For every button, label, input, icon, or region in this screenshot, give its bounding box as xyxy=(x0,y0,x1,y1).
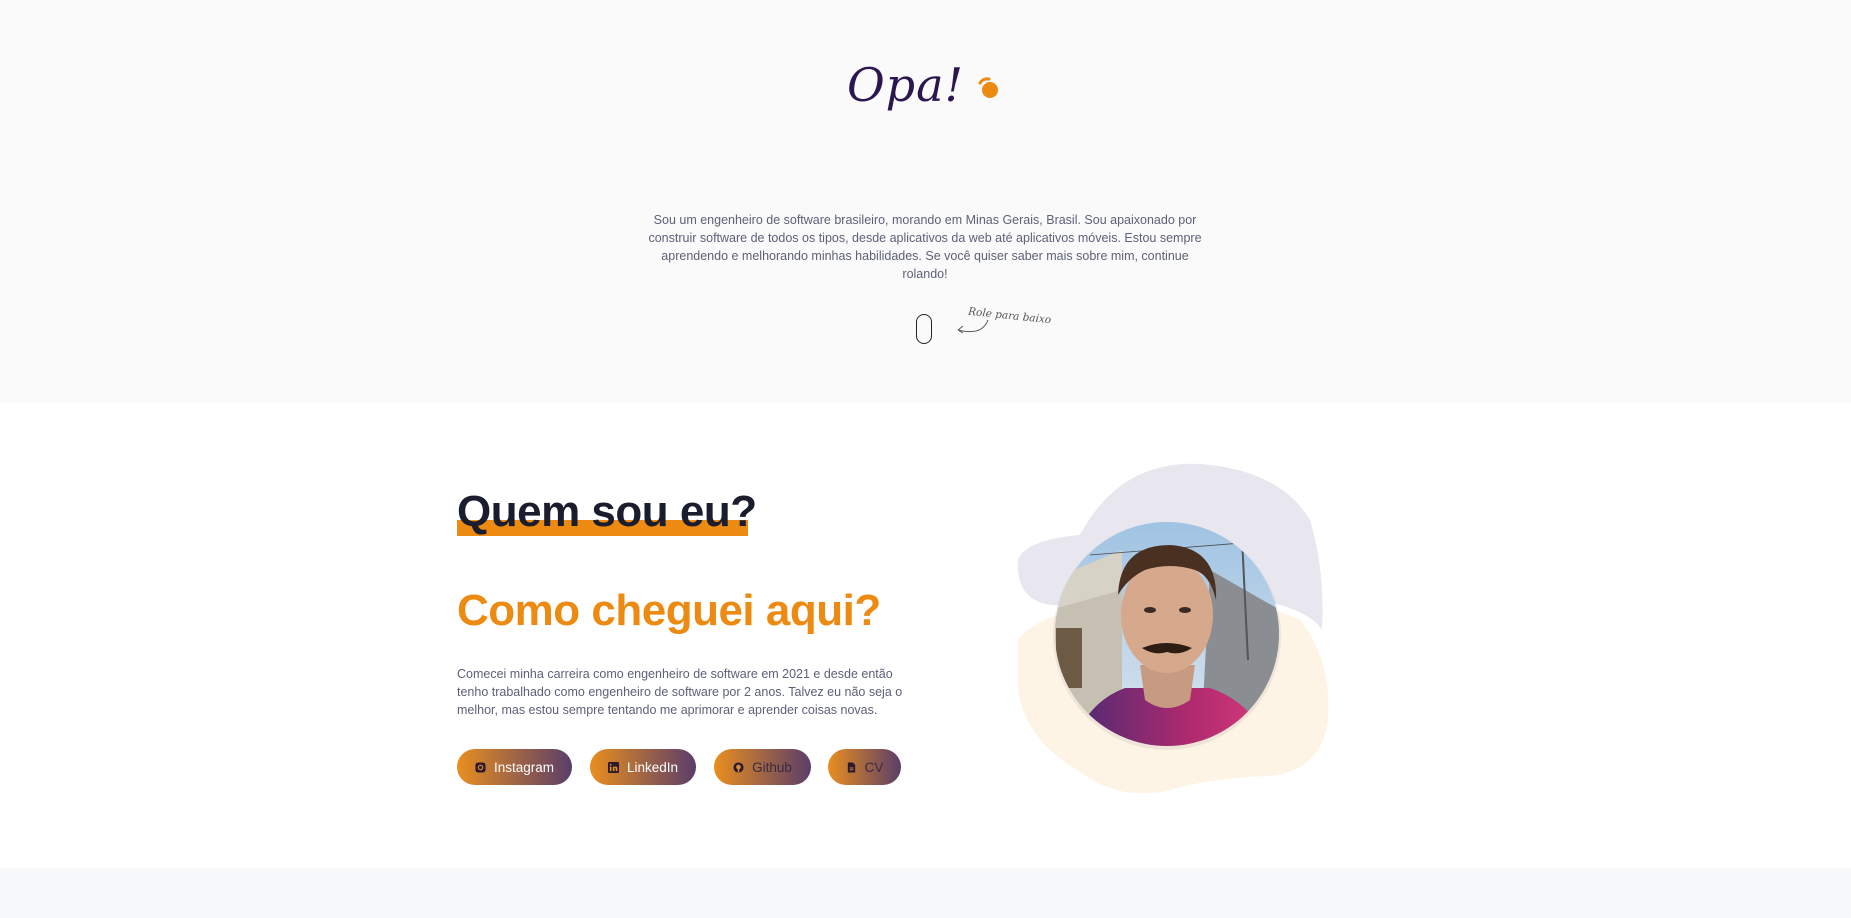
linkedin-icon xyxy=(607,761,619,773)
instagram-button-label: Instagram xyxy=(493,759,555,775)
github-icon xyxy=(733,761,744,773)
cv-button[interactable]: CV xyxy=(828,749,901,785)
hero-title: Opa! xyxy=(0,58,1851,112)
scroll-hint: Role para baixo xyxy=(952,306,1052,342)
linkedin-button-label: LinkedIn xyxy=(626,759,679,775)
about-subtitle: Como cheguei aqui? xyxy=(457,586,881,635)
hero-intro: Sou um engenheiro de software brasileiro… xyxy=(648,212,1202,281)
about-description: Comecei minha carreira como engenheiro d… xyxy=(457,667,903,717)
instagram-icon xyxy=(475,761,486,773)
instagram-button[interactable]: Instagram xyxy=(457,749,572,785)
document-icon xyxy=(847,761,855,773)
about-title: Quem sou eu? xyxy=(457,487,757,536)
scroll-mouse-icon[interactable] xyxy=(916,314,932,344)
orange-dot-icon xyxy=(974,74,1004,104)
linkedin-button[interactable]: LinkedIn xyxy=(590,749,696,785)
next-section-band xyxy=(0,868,1851,918)
github-button-label: Github xyxy=(752,759,792,775)
hero-title-text: Opa! xyxy=(846,58,965,112)
profile-photo-blob xyxy=(1017,463,1329,794)
github-button[interactable]: Github xyxy=(714,749,811,785)
cv-button-label: CV xyxy=(864,759,884,775)
hero-section: Opa! Sou um engenheiro de software brasi… xyxy=(0,0,1851,402)
